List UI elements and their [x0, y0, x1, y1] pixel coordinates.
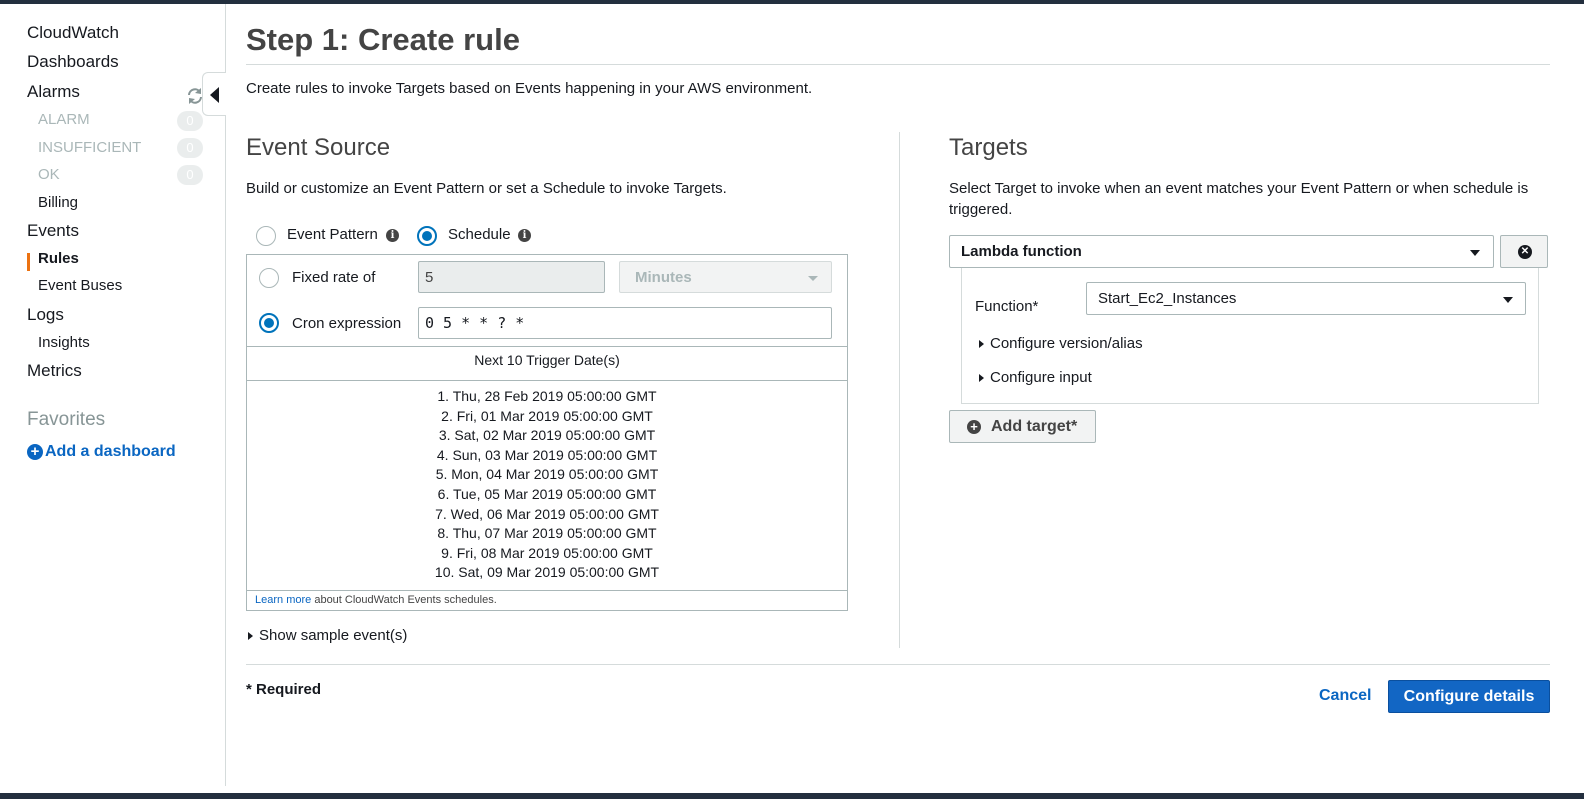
trigger-dates-list: 1. Thu, 28 Feb 2019 05:00:00 GMT 2. Fri,… — [247, 387, 847, 583]
learn-more-note: Learn more about CloudWatch Events sched… — [255, 594, 497, 606]
sidebar: CloudWatch Dashboards Alarms ALARM 0 INS… — [0, 4, 226, 786]
alarm-count-badge: 0 — [177, 111, 203, 131]
event-source-description: Build or customize an Event Pattern or s… — [246, 180, 727, 197]
sidebar-item-dashboards[interactable]: Dashboards — [27, 52, 119, 72]
targets-heading: Targets — [949, 134, 1028, 161]
insufficient-count-badge: 0 — [177, 138, 203, 158]
plus-circle-icon: + — [27, 444, 43, 460]
collapse-sidebar-button[interactable] — [202, 72, 226, 116]
cron-expression-radio[interactable] — [259, 313, 279, 333]
fixed-rate-radio[interactable] — [259, 268, 279, 288]
function-value: Start_Ec2_Instances — [1098, 290, 1237, 307]
schedule-info-icon[interactable]: i — [518, 229, 531, 242]
page-intro: Create rules to invoke Targets based on … — [246, 80, 813, 97]
schedule-label: Schedule — [448, 226, 511, 243]
trigger-date: 3. Sat, 02 Mar 2019 05:00:00 GMT — [438, 427, 656, 444]
divider — [247, 346, 847, 347]
target-type-select[interactable]: Lambda function — [949, 235, 1494, 268]
sidebar-item-billing[interactable]: Billing — [38, 194, 78, 211]
trigger-date: 8. Thu, 07 Mar 2019 05:00:00 GMT — [437, 525, 657, 542]
chevron-down-icon — [1470, 250, 1480, 256]
divider — [247, 380, 847, 381]
configure-version-label: Configure version/alias — [990, 335, 1143, 352]
bottom-bar — [0, 793, 1584, 799]
sidebar-item-metrics[interactable]: Metrics — [27, 361, 82, 381]
trigger-date: 5. Mon, 04 Mar 2019 05:00:00 GMT — [435, 466, 659, 483]
configure-input-label: Configure input — [990, 369, 1092, 386]
chevron-down-icon — [1503, 297, 1513, 303]
event-pattern-radio[interactable] — [256, 226, 276, 246]
caret-right-icon — [979, 373, 984, 382]
column-divider — [899, 132, 900, 648]
configure-details-button[interactable]: Configure details — [1388, 680, 1550, 713]
divider — [247, 590, 847, 591]
event-pattern-info-icon[interactable]: i — [386, 229, 399, 242]
caret-right-icon — [248, 631, 253, 640]
sidebar-item-alarm-state-insufficient[interactable]: INSUFFICIENT — [38, 139, 141, 156]
add-dashboard-label: Add a dashboard — [45, 443, 176, 460]
active-item-marker — [27, 253, 30, 271]
targets-description: Select Target to invoke when an event ma… — [949, 180, 1529, 218]
collapse-left-icon — [210, 87, 219, 103]
add-target-button[interactable]: + Add target* — [949, 410, 1096, 443]
sidebar-item-insights[interactable]: Insights — [38, 334, 90, 351]
sidebar-item-cloudwatch[interactable]: CloudWatch — [27, 23, 119, 43]
schedule-radio[interactable] — [417, 226, 437, 246]
sidebar-item-alarm-state-ok[interactable]: OK — [38, 166, 60, 183]
add-dashboard-link[interactable]: + Add a dashboard — [27, 443, 176, 461]
configure-input-toggle[interactable]: Configure input — [979, 369, 1092, 386]
footer-divider — [246, 664, 1550, 665]
configure-version-toggle[interactable]: Configure version/alias — [979, 335, 1143, 352]
sidebar-item-alarm-state-alarm[interactable]: ALARM — [38, 111, 90, 128]
trigger-date: 2. Fri, 01 Mar 2019 05:00:00 GMT — [441, 407, 653, 424]
sidebar-item-event-buses[interactable]: Event Buses — [38, 277, 122, 294]
trigger-date: 1. Thu, 28 Feb 2019 05:00:00 GMT — [437, 388, 657, 404]
trigger-date: 7. Wed, 06 Mar 2019 05:00:00 GMT — [435, 505, 659, 522]
trigger-date: 10. Sat, 09 Mar 2019 05:00:00 GMT — [434, 564, 660, 581]
close-circle-icon: ✕ — [1518, 245, 1532, 259]
ok-count-badge: 0 — [177, 165, 203, 185]
title-divider — [246, 64, 1550, 65]
sidebar-item-rules[interactable]: Rules — [38, 250, 79, 267]
fixed-rate-input[interactable]: 5 — [418, 261, 605, 293]
sidebar-item-events[interactable]: Events — [27, 221, 79, 241]
sidebar-item-logs[interactable]: Logs — [27, 305, 64, 325]
learn-more-text: about CloudWatch Events schedules. — [314, 594, 497, 606]
fixed-rate-label: Fixed rate of — [292, 269, 376, 286]
rate-unit-value: Minutes — [635, 268, 692, 286]
remove-target-button[interactable]: ✕ — [1500, 235, 1548, 268]
top-bar — [0, 0, 1584, 4]
trigger-date: 9. Fri, 08 Mar 2019 05:00:00 GMT — [441, 544, 653, 561]
event-source-heading: Event Source — [246, 134, 391, 161]
target-type-value: Lambda function — [961, 243, 1082, 260]
event-pattern-label: Event Pattern — [287, 226, 378, 243]
chevron-down-icon — [808, 276, 818, 281]
trigger-date: 6. Tue, 05 Mar 2019 05:00:00 GMT — [437, 485, 657, 502]
cron-expression-input[interactable]: 0 5 * * ? * — [418, 307, 832, 339]
trigger-date: 4. Sun, 03 Mar 2019 05:00:00 GMT — [436, 446, 658, 463]
function-select[interactable]: Start_Ec2_Instances — [1086, 282, 1526, 315]
required-note: * Required — [246, 681, 322, 698]
add-target-label: Add target* — [991, 417, 1078, 435]
cancel-button[interactable]: Cancel — [1319, 687, 1371, 705]
sidebar-item-alarms[interactable]: Alarms — [27, 82, 80, 102]
plus-circle-icon: + — [967, 419, 981, 434]
page-title: Step 1: Create rule — [246, 22, 520, 57]
next-trigger-dates-heading: Next 10 Trigger Date(s) — [474, 352, 620, 368]
cron-expression-label: Cron expression — [292, 315, 402, 332]
function-label: Function* — [975, 298, 1039, 315]
show-sample-events-label: Show sample event(s) — [259, 627, 408, 644]
learn-more-link[interactable]: Learn more — [255, 594, 311, 606]
favorites-heading: Favorites — [27, 409, 106, 430]
show-sample-events-toggle[interactable]: Show sample event(s) — [248, 627, 407, 644]
caret-right-icon — [979, 339, 984, 348]
rate-unit-select[interactable]: Minutes — [619, 261, 832, 293]
